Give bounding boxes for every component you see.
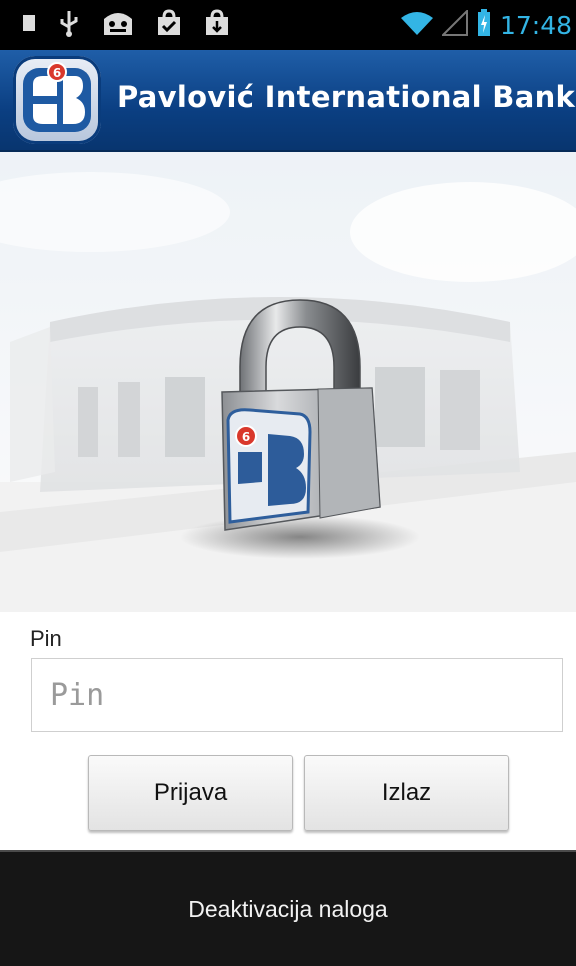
pin-label: Pin xyxy=(30,626,62,651)
app-title: Pavlović International Bank xyxy=(117,80,576,114)
sim-card-icon xyxy=(22,13,36,37)
login-button[interactable]: Prijava xyxy=(88,755,293,831)
bank-logo-icon: 6 xyxy=(13,56,101,144)
shopping-bag-icon xyxy=(204,9,230,41)
bag-check-icon xyxy=(156,9,182,41)
notification-icons xyxy=(22,9,230,41)
usb-icon xyxy=(58,9,80,41)
pin-input[interactable] xyxy=(31,658,563,732)
hero-image: 6 xyxy=(0,152,576,612)
battery-charging-icon xyxy=(476,9,492,41)
lock-badge: 6 xyxy=(242,430,250,444)
clock: 17:48 xyxy=(499,10,572,40)
logo-badge: 6 xyxy=(53,66,61,80)
app-bar: 6 Pavlović International Bank xyxy=(0,50,576,152)
exit-button[interactable]: Izlaz xyxy=(304,755,509,831)
deactivate-account-label: Deaktivacija naloga xyxy=(188,895,388,922)
deactivate-account-button[interactable]: Deaktivacija naloga xyxy=(0,850,576,966)
status-bar: 17:48 xyxy=(0,0,576,50)
wifi-icon xyxy=(400,10,434,40)
system-icons: 17:48 xyxy=(400,8,572,42)
android-debug-icon xyxy=(102,9,134,41)
signal-icon xyxy=(440,8,468,40)
